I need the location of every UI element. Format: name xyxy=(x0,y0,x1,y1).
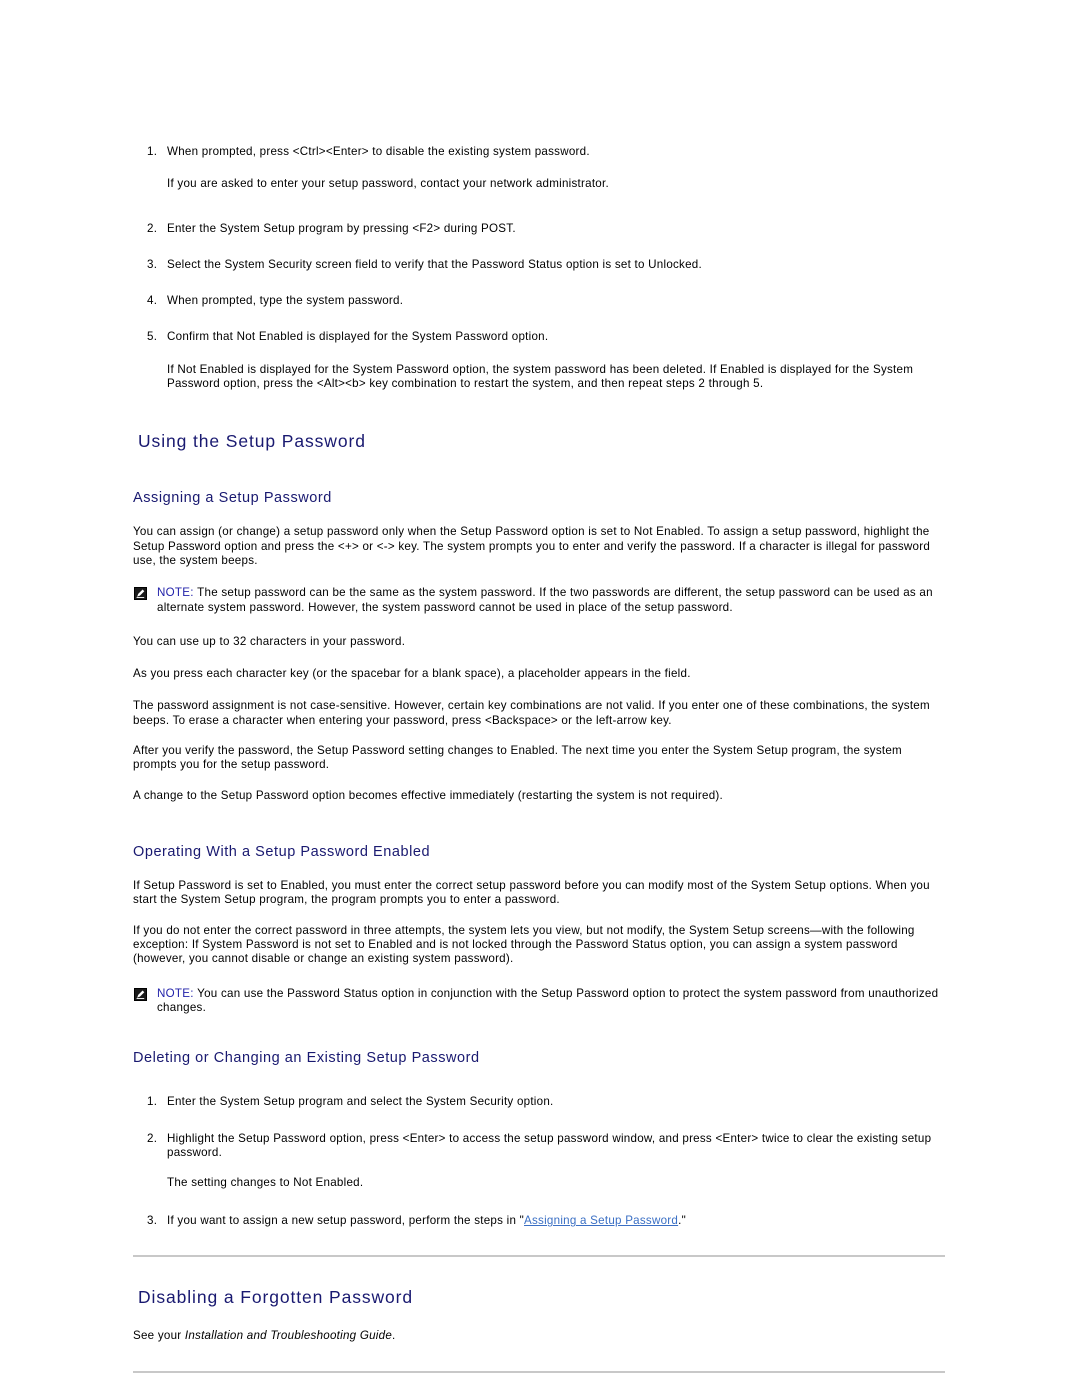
pencil-note-icon xyxy=(134,587,147,601)
list-item-number: 1. xyxy=(147,1095,158,1109)
note-body-text: You can use the Password Status option i… xyxy=(157,986,939,1014)
section-heading-deleting-setup-password: Deleting or Changing an Existing Setup P… xyxy=(133,1050,480,1067)
link-assigning-a-setup-password[interactable]: Assigning a Setup Password xyxy=(524,1214,678,1227)
list-item: 4. When prompted, type the system passwo… xyxy=(133,294,945,308)
page-title-using-setup-password: Using the Setup Password xyxy=(138,431,366,452)
paragraph-effective-immediately: A change to the Setup Password option be… xyxy=(133,788,724,802)
paragraph-verify-password: After you verify the password, the Setup… xyxy=(133,744,902,772)
paragraph-operating-intro: If Setup Password is set to Enabled, you… xyxy=(133,879,930,907)
list-item-text: When prompted, press <Ctrl><Enter> to di… xyxy=(167,145,590,158)
list-item: 1. When prompted, press <Ctrl><Enter> to… xyxy=(133,145,945,159)
list-item-number: 2. xyxy=(147,1131,158,1145)
pencil-note-icon xyxy=(134,987,147,1001)
list-item-subtext: If Not Enabled is displayed for the Syst… xyxy=(167,362,914,391)
paragraph-three-attempts: If you do not enter the correct password… xyxy=(133,923,915,966)
list-item-text-suffix: ." xyxy=(678,1214,686,1228)
note-label: NOTE: xyxy=(157,986,194,1000)
reference-guide-title: Installation and Troubleshooting Guide xyxy=(184,1328,393,1342)
list-item: 3. If you want to assign a new setup pass… xyxy=(133,1214,945,1228)
list-item-number: 3. xyxy=(147,1214,158,1228)
note-callout-assigning: NOTE: The setup password can be the same… xyxy=(133,586,945,615)
paragraph-32-characters: You can use up to 32 characters in your … xyxy=(133,634,406,648)
list-item-text: Enter the System Setup program by pressi… xyxy=(167,221,516,235)
list-item-text: Select the System Security screen field … xyxy=(167,257,702,271)
list-item-subtext: If you are asked to enter your setup pas… xyxy=(167,177,609,191)
paragraph-assigning-intro: You can assign (or change) a setup passw… xyxy=(133,525,931,567)
section-heading-operating-setup-password: Operating With a Setup Password Enabled xyxy=(133,843,431,860)
note-callout-operating: NOTE: You can use the Password Status op… xyxy=(133,987,945,1016)
paragraph-case-sensitive: The password assignment is not case-sens… xyxy=(133,699,930,727)
section-heading-assigning-setup-password: Assigning a Setup Password xyxy=(133,490,332,507)
list-item: 2. Enter the System Setup program by pre… xyxy=(133,222,945,236)
intro-step-list: 1. When prompted, press <Ctrl><Enter> to… xyxy=(133,145,945,391)
paragraph-placeholder: As you press each character key (or the … xyxy=(133,667,691,681)
list-item-number: 5. xyxy=(147,330,158,344)
list-item-number: 3. xyxy=(147,257,158,271)
list-item-number: 2. xyxy=(147,221,158,235)
page-title-disabling-forgotten-password: Disabling a Forgotten Password xyxy=(138,1286,414,1307)
list-item-subtext: The setting changes to Not Enabled. xyxy=(167,1176,364,1190)
document-page: 1. When prompted, press <Ctrl><Enter> to… xyxy=(0,0,1080,1397)
list-item-text: When prompted, type the system password. xyxy=(167,294,404,308)
paragraph-disabling-reference: See your Installation and Troubleshootin… xyxy=(133,1329,945,1343)
list-item-text: Highlight the Setup Password option, pre… xyxy=(167,1131,932,1159)
list-item-text: Confirm that Not Enabled is displayed fo… xyxy=(167,330,549,344)
list-item-number: 4. xyxy=(147,294,158,308)
reference-suffix: . xyxy=(392,1328,396,1342)
note-body-text: The setup password can be the same as th… xyxy=(157,586,933,614)
reference-prefix: See your xyxy=(133,1328,185,1342)
deleting-step-list: 1. Enter the System Setup program and se… xyxy=(133,1095,945,1228)
document-content: 1. When prompted, press <Ctrl><Enter> to… xyxy=(133,145,945,1373)
list-item-text-prefix: If you want to assign a new setup passwo… xyxy=(167,1214,525,1228)
section-divider-bottom xyxy=(133,1370,945,1373)
list-item: 1. Enter the System Setup program and se… xyxy=(133,1095,945,1109)
list-item: 2. Highlight the Setup Password option, … xyxy=(133,1132,945,1161)
list-item-number: 1. xyxy=(147,145,158,158)
list-item: 5. Confirm that Not Enabled is displayed… xyxy=(133,330,945,344)
list-item-text: Enter the System Setup program and selec… xyxy=(167,1095,554,1109)
note-label: NOTE: xyxy=(157,586,194,600)
list-item: 3. Select the System Security screen fie… xyxy=(133,258,945,272)
